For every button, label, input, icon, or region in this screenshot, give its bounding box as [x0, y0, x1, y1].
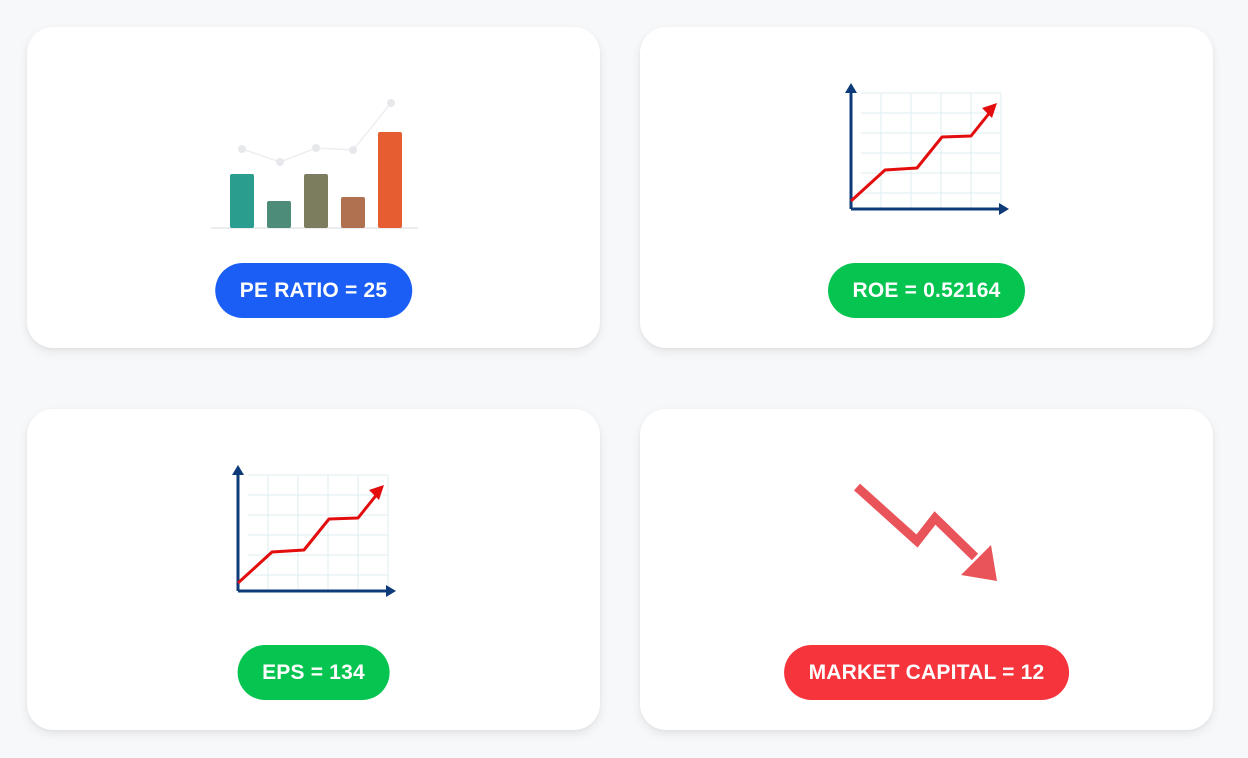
roe-card: ROE = 0.52164 — [640, 27, 1213, 348]
line-chart-up-icon — [640, 83, 1213, 218]
pe-ratio-card: PE RATIO = 25 — [27, 27, 600, 348]
market-capital-card: MARKET CAPITAL = 12 — [640, 409, 1213, 730]
line-chart-up-icon — [27, 465, 600, 600]
eps-badge: EPS = 134 — [237, 645, 390, 700]
pe-ratio-badge: PE RATIO = 25 — [214, 263, 413, 318]
market-capital-badge: MARKET CAPITAL = 12 — [783, 645, 1070, 700]
trend-down-arrow-icon — [640, 481, 1213, 591]
eps-card: EPS = 134 — [27, 409, 600, 730]
bar-chart-icon — [27, 97, 600, 233]
roe-badge: ROE = 0.52164 — [827, 263, 1026, 318]
metrics-grid: PE RATIO = 25 ROE = 0.52164 EPS = 134 MA… — [0, 0, 1248, 758]
